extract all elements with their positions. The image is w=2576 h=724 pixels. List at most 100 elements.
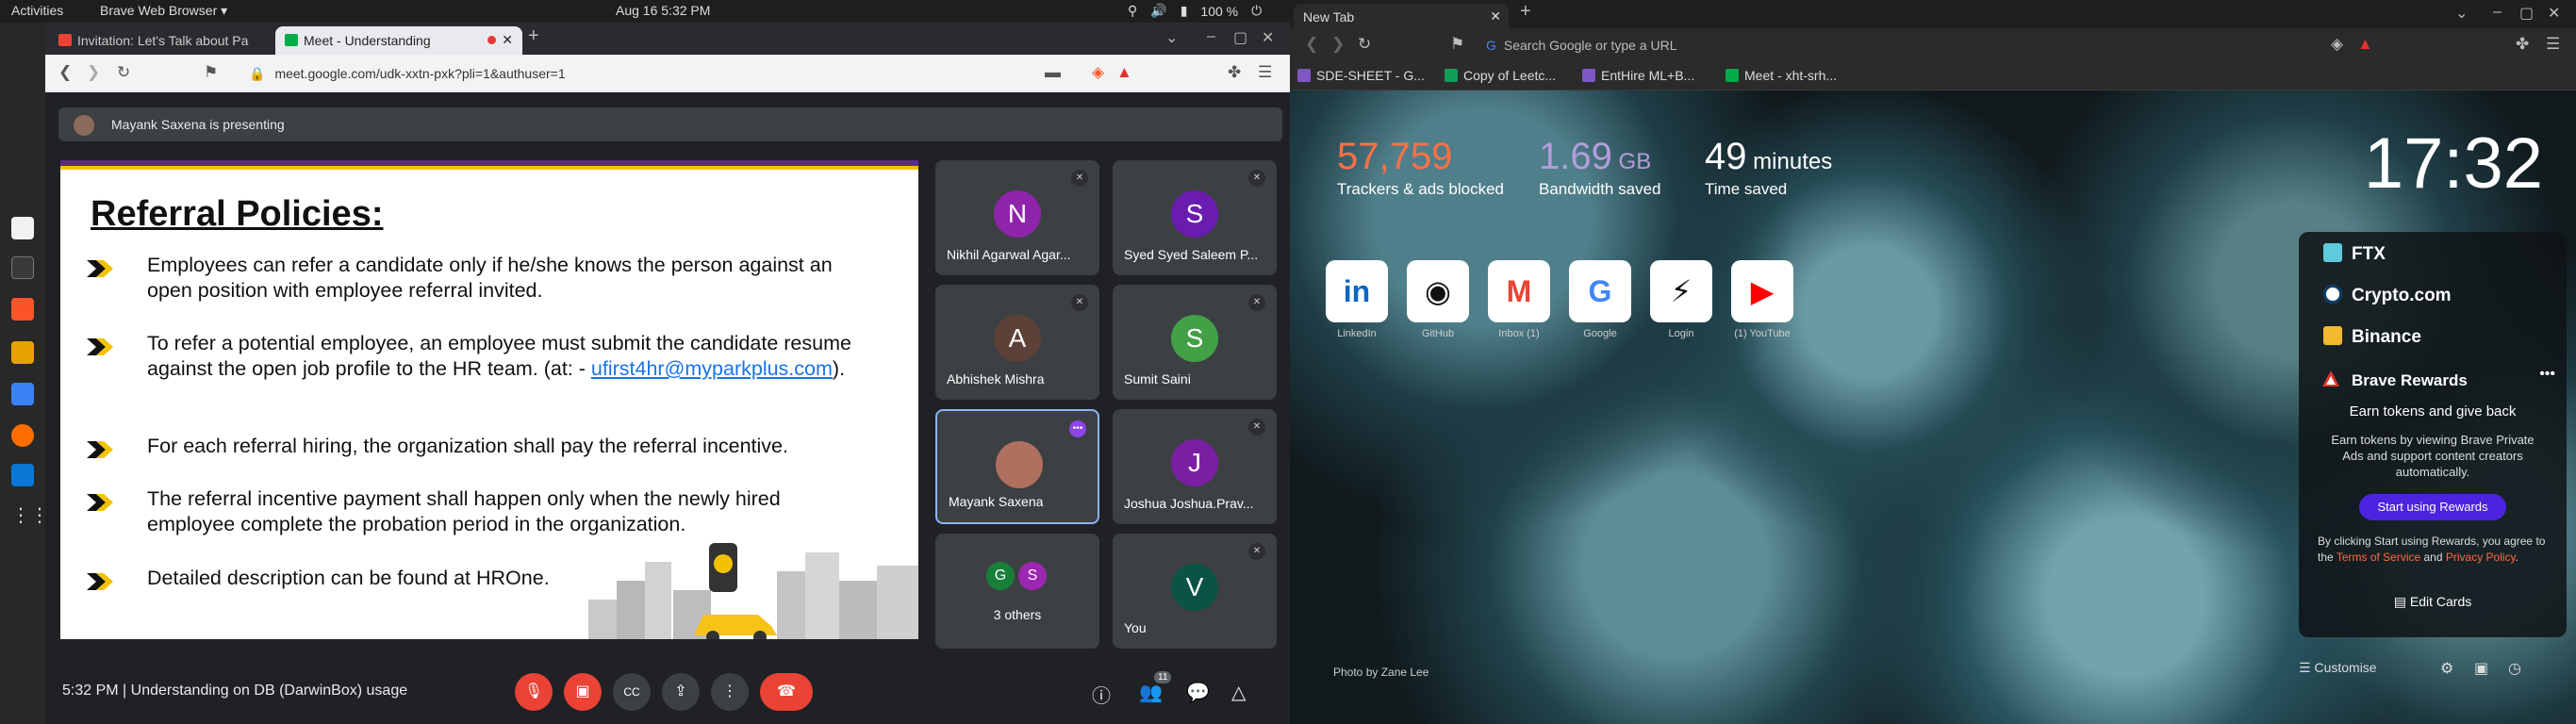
rewards-icon[interactable]: ▲ xyxy=(2357,35,2373,54)
top-site-youtube[interactable]: ▶ (1) YouTube xyxy=(1731,260,1793,339)
extensions-icon[interactable]: ✤ xyxy=(2516,35,2529,54)
participant-tile[interactable]: ✕ J Joshua Joshua.Prav... xyxy=(1113,409,1277,524)
app-menu[interactable]: Brave Web Browser ▾ xyxy=(100,3,227,19)
app-grid-icon[interactable]: ⋮⋮ xyxy=(11,503,49,526)
minimize-icon[interactable]: – xyxy=(2493,4,2502,21)
vscode-icon[interactable] xyxy=(11,464,34,486)
more-options-button[interactable]: ⋮ xyxy=(711,673,749,711)
files-icon[interactable] xyxy=(11,217,34,239)
system-clock[interactable]: Aug 16 5:32 PM xyxy=(616,3,710,18)
people-icon[interactable]: 👥 xyxy=(1139,681,1163,704)
customise-button[interactable]: ☰ Customise xyxy=(2299,660,2377,676)
tab-search-icon[interactable]: ⌄ xyxy=(2455,4,2468,23)
camera-off-button[interactable]: ▣ xyxy=(564,673,602,711)
leave-call-button[interactable]: ☎ xyxy=(760,673,813,711)
close-window-icon[interactable]: ✕ xyxy=(1262,28,1274,47)
bookmark-item[interactable]: Meet - xht-srh... xyxy=(1726,68,1837,83)
menu-icon[interactable]: ☰ xyxy=(2546,35,2560,54)
rewards-icon[interactable]: ▲ xyxy=(1116,63,1132,82)
email-link[interactable]: ufirst4hr@myparkplus.com xyxy=(591,357,833,380)
bookmark-item[interactable]: Copy of Leetc... xyxy=(1445,68,1556,83)
bookmark-item[interactable]: EntHire ML+B... xyxy=(1582,68,1694,83)
top-site-inbox[interactable]: M Inbox (1) xyxy=(1488,260,1550,339)
reload-icon[interactable]: ↻ xyxy=(117,63,130,82)
url-field[interactable]: 🔒 meet.google.com/udk-xxtn-pxk?pli=1&auth… xyxy=(243,61,1092,86)
close-tab-icon[interactable]: ✕ xyxy=(502,32,513,48)
muted-mic-icon: ✕ xyxy=(1248,294,1265,311)
back-icon[interactable]: ❮ xyxy=(58,63,72,82)
participant-tile[interactable]: ✕ N Nikhil Agarwal Agar... xyxy=(935,160,1099,275)
new-tab-button[interactable]: + xyxy=(528,25,539,47)
bookmark-icon[interactable]: ⚑ xyxy=(204,63,218,82)
activities-icon[interactable]: △ xyxy=(1231,681,1246,704)
terms-link[interactable]: Terms of Service xyxy=(2337,551,2420,564)
present-button[interactable]: ⇪ xyxy=(662,673,700,711)
stat-number: 49 xyxy=(1705,136,1747,177)
back-icon[interactable]: ❮ xyxy=(1305,35,1318,54)
mic-off-button[interactable]: 🎙 xyxy=(515,673,553,711)
tab-new-tab[interactable]: New Tab ✕ xyxy=(1294,4,1509,28)
extensions-icon[interactable]: ✤ xyxy=(1228,63,1241,82)
settings-icon[interactable]: ⚙ xyxy=(2440,659,2453,678)
stat-unit: minutes xyxy=(1746,149,1833,174)
maximize-icon[interactable]: ▢ xyxy=(1233,28,1247,47)
privacy-link[interactable]: Privacy Policy xyxy=(2446,551,2516,564)
menu-icon[interactable]: ☰ xyxy=(1258,63,1272,82)
camera-icon[interactable]: ▬ xyxy=(1045,63,1061,82)
calendar-icon[interactable] xyxy=(11,383,34,405)
url-input[interactable]: G Search Google or type a URL xyxy=(1478,33,2327,58)
participant-tile[interactable]: ✕ S Sumit Saini xyxy=(1113,285,1277,400)
captions-button[interactable]: CC xyxy=(613,673,651,711)
tab-invitation[interactable]: Invitation: Let's Talk about Pa xyxy=(49,26,273,55)
google-icon: G xyxy=(1486,38,1496,53)
new-tab-button[interactable]: + xyxy=(1520,1,1531,23)
reload-icon[interactable]: ↻ xyxy=(1358,35,1371,54)
close-window-icon[interactable]: ✕ xyxy=(2548,4,2560,23)
chat-icon[interactable]: 💬 xyxy=(1186,681,1210,704)
tab-meet[interactable]: Meet - Understanding ✕ xyxy=(275,26,522,55)
top-site-login[interactable]: ⚡ Login xyxy=(1650,260,1712,339)
info-icon[interactable]: ⓘ xyxy=(1092,681,1111,708)
presenter-photo xyxy=(996,441,1043,488)
maximize-icon[interactable]: ▢ xyxy=(2519,4,2534,23)
bookmark-icon[interactable]: ⚑ xyxy=(1450,35,1464,54)
postman-icon[interactable] xyxy=(11,424,34,447)
top-site-linkedin[interactable]: in LinkedIn xyxy=(1326,260,1388,339)
more-icon[interactable]: ••• xyxy=(2539,366,2555,383)
participant-tile[interactable]: ✕ V You xyxy=(1113,534,1277,649)
more-options-icon[interactable]: ••• xyxy=(1069,420,1086,437)
participant-tile[interactable]: G S 3 others xyxy=(935,534,1099,649)
brave-icon[interactable] xyxy=(11,298,34,321)
sublime-icon[interactable] xyxy=(11,341,34,364)
youtube-icon: ▶ xyxy=(1731,260,1793,322)
dock: ⋮⋮ xyxy=(0,23,49,724)
activities-button[interactable]: Activities xyxy=(11,3,63,18)
edit-cards-button[interactable]: ▤ Edit Cards xyxy=(2299,594,2567,610)
participant-tile[interactable]: ✕ S Syed Syed Saleem P... xyxy=(1113,160,1277,275)
forward-icon[interactable]: ❯ xyxy=(87,63,100,82)
top-site-google[interactable]: G Google xyxy=(1569,260,1631,339)
participant-tile[interactable]: ••• Mayank Saxena xyxy=(935,409,1099,524)
participant-tile[interactable]: ✕ A Abhishek Mishra xyxy=(935,285,1099,400)
history-icon[interactable]: ◷ xyxy=(2508,659,2521,678)
crypto-com-card[interactable]: Crypto.com xyxy=(2323,285,2452,306)
brave-shields-icon[interactable]: ◈ xyxy=(1092,63,1104,82)
ftx-card[interactable]: FTX xyxy=(2323,243,2386,265)
brave-shields-icon[interactable]: ◈ xyxy=(2331,35,2343,54)
tab-search-icon[interactable]: ⌄ xyxy=(1165,28,1178,47)
start-rewards-button[interactable]: Start using Rewards xyxy=(2359,494,2506,520)
bookmark-item[interactable]: SDE-SHEET - G... xyxy=(1297,68,1425,83)
minimize-icon[interactable]: – xyxy=(1207,28,1215,45)
terminal-icon[interactable] xyxy=(11,256,34,279)
top-site-github[interactable]: ◉ GitHub xyxy=(1407,260,1469,339)
close-tab-icon[interactable]: ✕ xyxy=(1490,8,1501,25)
bookmarks-icon[interactable]: ▣ xyxy=(2474,659,2488,678)
participant-avatar: S xyxy=(1171,190,1218,238)
forward-icon[interactable]: ❯ xyxy=(1331,35,1345,54)
participant-name: Syed Syed Saleem P... xyxy=(1124,247,1259,262)
system-tray[interactable]: ⚲ 🔊 ▮ 100 % ⏻ xyxy=(1128,3,1262,19)
binance-icon xyxy=(2323,326,2342,345)
binance-card[interactable]: Binance xyxy=(2323,326,2421,348)
photo-credit[interactable]: Photo by Zane Lee xyxy=(1333,666,1428,679)
slide-point: To refer a potential employee, an employ… xyxy=(147,331,864,382)
